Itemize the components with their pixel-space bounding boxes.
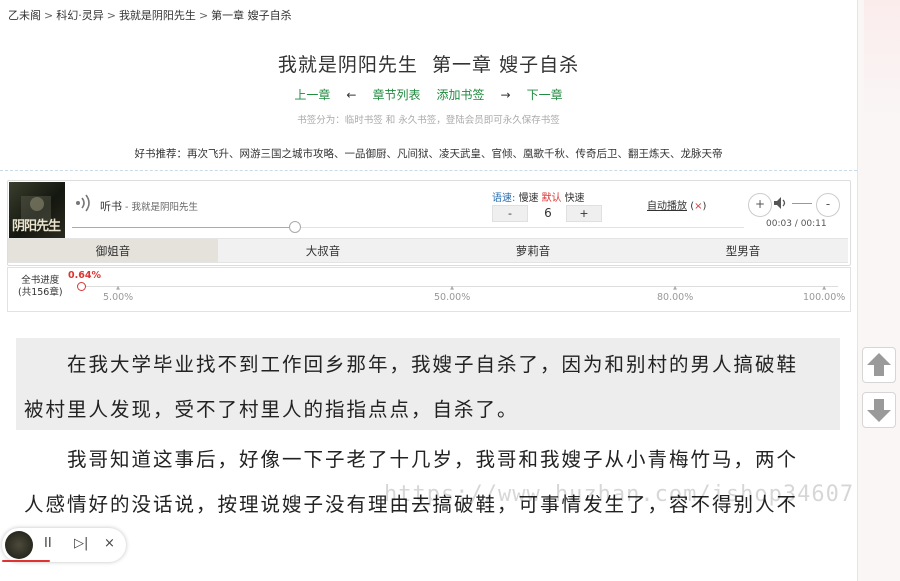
breadcrumb-home[interactable]: 乙未阁: [8, 9, 41, 22]
chapter-nav: 上一章 ← 章节列表 添加书签 → 下一章: [0, 86, 857, 103]
listen-label: 听书: [100, 200, 122, 213]
breadcrumb: 乙未阁 > 科幻·灵异 > 我就是阴阳先生 > 第一章 嫂子自杀: [8, 7, 292, 23]
voice-selector: 御姐音 大叔音 萝莉音 型男音: [8, 238, 848, 263]
divider: [0, 170, 857, 171]
next-chapter-link[interactable]: 下一章: [527, 88, 563, 102]
speed-value: 6: [544, 206, 552, 220]
speed-slow-option[interactable]: 慢速: [519, 193, 539, 204]
content-paragraph: 在我大学毕业找不到工作回乡那年，我嫂子自杀了，因为和别村的男人搞破鞋被村里人发现…: [24, 353, 799, 421]
progress-tick-80[interactable]: 80.00%: [657, 292, 693, 303]
book-progress: 全书进度 (共156章) 0.64% 5.00% 50.00% 80.00% 1…: [7, 267, 851, 312]
audio-progress-handle[interactable]: [288, 221, 301, 233]
recommend-label: 好书推荐：: [134, 148, 188, 160]
volume-slider[interactable]: [792, 203, 812, 204]
speed-fast-option[interactable]: 快速: [565, 193, 585, 204]
pause-icon[interactable]: II: [44, 536, 52, 551]
book-progress-percent: 0.64%: [68, 270, 101, 281]
breadcrumb-category[interactable]: 科幻·灵异: [56, 9, 104, 22]
progress-tick-100[interactable]: 100.00%: [803, 292, 845, 303]
arrow-right-icon: →: [500, 88, 511, 102]
chapter-title: 第一章 嫂子自杀: [432, 54, 580, 76]
book-cover: 阴阳先生: [9, 182, 65, 238]
breadcrumb-chapter: 第一章 嫂子自杀: [211, 9, 292, 22]
listen-title: 听书 - 我就是阴阳先生: [100, 198, 198, 214]
arrow-up-icon: [867, 353, 891, 376]
sidebar-decoration: [864, 0, 900, 120]
mini-player-cover[interactable]: [5, 531, 33, 559]
speed-minus-button[interactable]: -: [492, 205, 528, 222]
book-title: 我就是阴阳先生: [277, 54, 418, 76]
autoplay-toggle[interactable]: 自动播放 (×): [647, 197, 706, 212]
voice-option-loli[interactable]: 萝莉音: [428, 238, 638, 263]
watermark: https://www.huzhan.com/ishop34607: [384, 482, 855, 507]
arrow-down-icon: [867, 399, 891, 422]
voice-option-mature-female[interactable]: 御姐音: [8, 238, 218, 263]
mini-player: II ▷| ×: [2, 528, 126, 562]
progress-tick-50[interactable]: 50.00%: [434, 292, 470, 303]
mini-player-progress: [2, 560, 50, 562]
bookmark-note: 书签分为：临时书签 和 永久书签，登陆会员即可永久保存书签: [297, 115, 560, 126]
speed-key: 语速:: [492, 193, 516, 204]
book-progress-chapter-count: (共156章): [18, 287, 63, 298]
arrow-left-icon: ←: [346, 88, 357, 102]
speed-default-option[interactable]: 默认: [542, 193, 562, 204]
chapter-list-link[interactable]: 章节列表: [372, 88, 420, 102]
volume-icon: [774, 197, 786, 209]
cover-text: 阴阳先生: [12, 219, 61, 234]
book-progress-label-line1: 全书进度: [21, 275, 60, 286]
prev-chapter-link[interactable]: 上一章: [294, 88, 330, 102]
audio-wave-icon: [76, 194, 90, 212]
book-progress-label: 全书进度 (共156章): [18, 275, 63, 299]
breadcrumb-separator: >: [106, 9, 116, 22]
breadcrumb-separator: >: [44, 9, 54, 22]
add-bookmark-link[interactable]: 添加书签: [437, 88, 485, 102]
breadcrumb-book[interactable]: 我就是阴阳先生: [119, 9, 196, 22]
close-icon[interactable]: ×: [104, 536, 115, 551]
scroll-down-button[interactable]: [862, 392, 896, 428]
progress-tick-5[interactable]: 5.00%: [103, 292, 133, 303]
volume-up-button[interactable]: +: [748, 193, 772, 217]
reader-page: 乙未阁 > 科幻·灵异 > 我就是阴阳先生 > 第一章 嫂子自杀 我就是阴阳先生 第一章 嫂…: [0, 0, 858, 581]
audio-progress-bar[interactable]: [72, 221, 744, 233]
book-progress-track[interactable]: [80, 286, 838, 287]
volume-down-button[interactable]: -: [816, 193, 840, 217]
right-sidebar: [858, 0, 900, 581]
next-track-icon[interactable]: ▷|: [74, 536, 88, 551]
playback-time: 00:03 / 00:11: [766, 219, 827, 229]
recommend-links[interactable]: 再次飞升、网游三国之城市攻略、一品御厨、凡间狱、凌天武皇、官倾、凰歌千秋、传奇后…: [187, 148, 723, 160]
recommend-bar: 好书推荐：再次飞升、网游三国之城市攻略、一品御厨、凡间狱、凌天武皇、官倾、凰歌千…: [0, 146, 857, 161]
audio-progress-fill: [72, 227, 294, 228]
book-progress-handle[interactable]: [77, 282, 86, 291]
autoplay-paren-close: ): [702, 201, 707, 212]
speed-plus-button[interactable]: +: [566, 205, 602, 222]
page-title: 我就是阴阳先生 第一章 嫂子自杀: [0, 50, 857, 77]
listen-book-name: - 我就是阴阳先生: [122, 202, 198, 213]
speed-label: 语速: 慢速 默认 快速: [492, 189, 585, 204]
scroll-up-button[interactable]: [862, 347, 896, 383]
voice-option-uncle[interactable]: 大叔音: [218, 238, 428, 263]
voice-option-male[interactable]: 型男音: [638, 238, 848, 263]
breadcrumb-separator: >: [198, 9, 209, 22]
autoplay-label[interactable]: 自动播放: [647, 201, 687, 212]
